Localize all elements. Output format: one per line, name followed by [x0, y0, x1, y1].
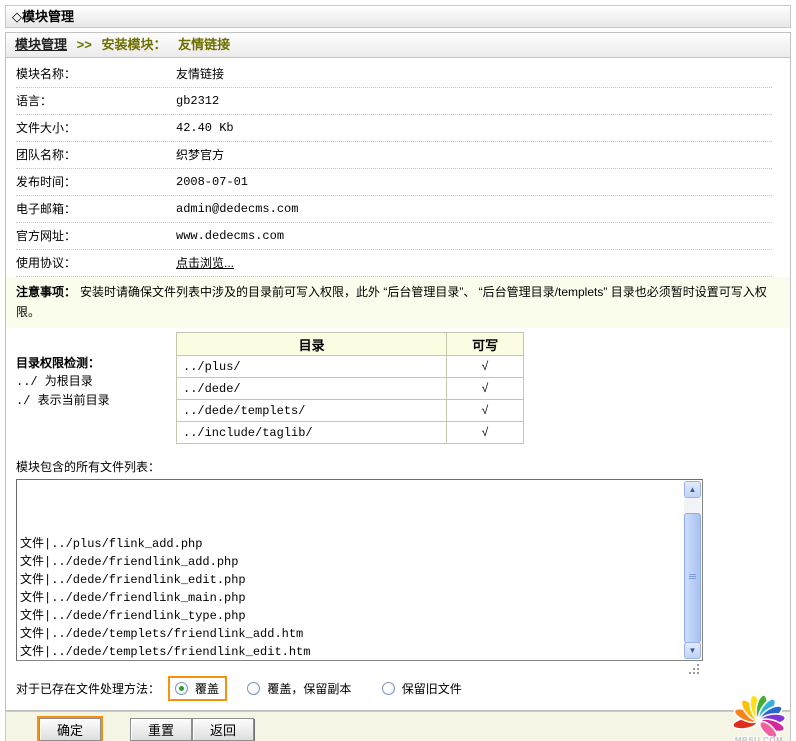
- column-header-writable: 可写: [447, 333, 524, 356]
- radio-option-label: 覆盖，保留副本: [267, 680, 351, 697]
- notice-text: 安装时请确保文件列表中涉及的目录前可写入权限，此外 “后台管理目录”、 “后台管…: [16, 285, 767, 319]
- field-label: 使用协议：: [16, 250, 176, 276]
- filelist-textarea[interactable]: 文件|../plus/flink_add.php文件|../dede/frien…: [16, 479, 703, 661]
- form-row: 文件大小： 42.40 Kb: [16, 115, 772, 142]
- form-row: 电子邮箱： admin@dedecms.com: [16, 196, 772, 223]
- table-row: ../plus/ √: [177, 356, 524, 378]
- directory-path: ../dede/: [177, 378, 447, 400]
- field-label: 官方网址：: [16, 223, 176, 249]
- filelist-content: 文件|../plus/flink_add.php文件|../dede/frien…: [17, 480, 685, 660]
- field-value: admin@dedecms.com: [176, 196, 298, 222]
- writable-checkmark: √: [447, 378, 524, 400]
- form-row: 团队名称： 织梦官方: [16, 142, 772, 169]
- footer-button[interactable]: 重置: [130, 718, 192, 741]
- notice-label: 注意事项：: [16, 285, 76, 299]
- radio-icon[interactable]: [247, 682, 260, 695]
- field-value: gb2312: [176, 88, 219, 114]
- scrollbar-track[interactable]: ▲ ▼: [684, 481, 701, 659]
- radio-option-label: 覆盖: [195, 680, 219, 697]
- permission-hint-current: ./ 表示当前目录: [16, 392, 176, 411]
- notice-banner: 注意事项：安装时请确保文件列表中涉及的目录前可写入权限，此外 “后台管理目录”、…: [6, 277, 790, 328]
- field-value: 友情链接: [176, 61, 224, 87]
- field-value: 2008-07-01: [176, 169, 248, 195]
- radio-option-label: 保留旧文件: [402, 680, 462, 697]
- radio-option[interactable]: 覆盖，保留副本: [242, 678, 357, 699]
- filelist-label: 模块包含的所有文件列表：: [16, 458, 790, 474]
- permission-legend: 目录权限检测： ../ 为根目录 ./ 表示当前目录: [16, 332, 176, 444]
- filelist-area: 文件|../plus/flink_add.php文件|../dede/frien…: [16, 479, 703, 663]
- footer-action-bar: 确定 重置 返回: [5, 711, 791, 741]
- form-row: 使用协议： 点击浏览...: [16, 250, 772, 277]
- writable-checkmark: √: [447, 400, 524, 422]
- table-row: ../dede/templets/ √: [177, 400, 524, 422]
- module-info-panel: 模块名称： 友情链接 语言： gb2312 文件大小： 42.40 Kb 团队名…: [5, 58, 791, 711]
- file-entry: 文件|../dede/friendlink_type.php: [20, 607, 685, 625]
- radio-option[interactable]: 保留旧文件: [377, 678, 468, 699]
- directory-path: ../plus/: [177, 356, 447, 378]
- writable-checkmark: √: [447, 356, 524, 378]
- file-entry: 文件|../dede/templets/friendlink_add.htm: [20, 625, 685, 643]
- breadcrumb: 模块管理 >> 安装模块： 友情链接: [5, 32, 791, 58]
- resize-grip-icon[interactable]: [689, 664, 701, 676]
- permission-table: 目录 可写 ../plus/ √ ../dede/ √: [176, 332, 524, 444]
- permission-hint-root: ../ 为根目录: [16, 373, 176, 392]
- module-info-fields: 模块名称： 友情链接 语言： gb2312 文件大小： 42.40 Kb 团队名…: [6, 61, 790, 277]
- form-row: 发布时间： 2008-07-01: [16, 169, 772, 196]
- file-entry: 文件|../dede/templets/friendlink_edit.htm: [20, 643, 685, 661]
- field-value: www.dedecms.com: [176, 223, 284, 249]
- file-handling-row: 对于已存在文件处理方法： 覆盖 覆盖，保留副本 保留旧文件: [16, 674, 790, 702]
- page-title: ◇模块管理: [5, 5, 791, 28]
- file-entry: 文件|../plus/flink_add.php: [20, 535, 685, 553]
- file-entry: 文件|../dede/friendlink_add.php: [20, 553, 685, 571]
- form-row: 语言： gb2312: [16, 88, 772, 115]
- permission-title: 目录权限检测：: [16, 354, 176, 373]
- table-row: ../include/taglib/ √: [177, 422, 524, 444]
- writable-checkmark: √: [447, 422, 524, 444]
- file-handling-options: 覆盖 覆盖，保留副本 保留旧文件: [168, 676, 484, 701]
- breadcrumb-separator: >>: [77, 37, 92, 52]
- form-row: 官方网址： www.dedecms.com: [16, 223, 772, 250]
- scrollbar-up-button[interactable]: ▲: [684, 481, 701, 498]
- field-label: 模块名称：: [16, 61, 176, 87]
- table-row: ../dede/ √: [177, 378, 524, 400]
- footer-button[interactable]: 确定: [39, 718, 101, 741]
- permission-table-header-row: 目录 可写: [177, 333, 524, 356]
- column-header-directory: 目录: [177, 333, 447, 356]
- breadcrumb-section: 安装模块：: [101, 37, 166, 52]
- directory-path: ../include/taglib/: [177, 422, 447, 444]
- file-entry: 文件|../dede/friendlink_edit.php: [20, 571, 685, 589]
- breadcrumb-module-link[interactable]: 模块管理: [15, 37, 67, 52]
- field-label: 语言：: [16, 88, 176, 114]
- radio-icon[interactable]: [382, 682, 395, 695]
- field-value: 织梦官方: [176, 142, 224, 168]
- directory-path: ../dede/templets/: [177, 400, 447, 422]
- field-label: 团队名称：: [16, 142, 176, 168]
- scrollbar-thumb[interactable]: [684, 513, 701, 643]
- form-row: 模块名称： 友情链接: [16, 61, 772, 88]
- field-value[interactable]: 点击浏览...: [176, 250, 234, 276]
- permission-section: 目录权限检测： ../ 为根目录 ./ 表示当前目录 目录 可写 ../plus…: [16, 332, 790, 444]
- field-label: 发布时间：: [16, 169, 176, 195]
- field-value: 42.40 Kb: [176, 115, 234, 141]
- field-label: 文件大小：: [16, 115, 176, 141]
- field-label: 电子邮箱：: [16, 196, 176, 222]
- radio-icon[interactable]: [175, 682, 188, 695]
- footer-button[interactable]: 返回: [192, 718, 254, 741]
- scrollbar-down-button[interactable]: ▼: [684, 642, 701, 659]
- file-entry: 文件|../dede/friendlink_main.php: [20, 589, 685, 607]
- breadcrumb-current-module: 友情链接: [178, 37, 230, 52]
- file-handling-label: 对于已存在文件处理方法：: [16, 680, 160, 697]
- radio-option[interactable]: 覆盖: [168, 676, 227, 701]
